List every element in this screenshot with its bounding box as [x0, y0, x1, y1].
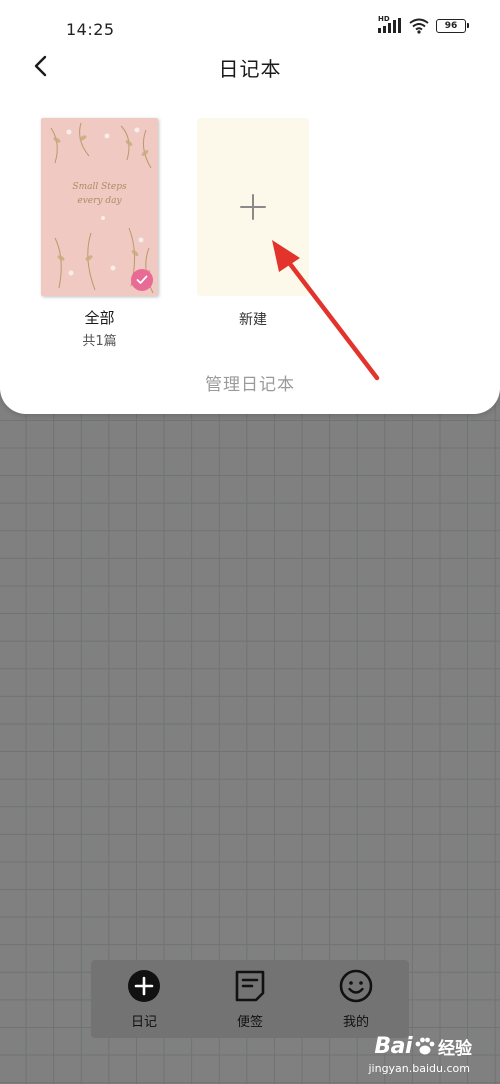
- notebook-name: 全部: [84, 309, 115, 327]
- new-notebook-button[interactable]: [197, 118, 309, 296]
- battery-level: 96: [444, 21, 458, 31]
- notebook-count: 共1篇: [82, 334, 117, 349]
- bottom-nav: 日记 便签 我的: [91, 960, 409, 1038]
- notebook-sheet: 14:25 HD 96 日记本 Small Steps every day 全部…: [0, 0, 500, 414]
- nav-label-diary: 日记: [130, 1015, 157, 1030]
- new-notebook-label: 新建: [239, 312, 267, 328]
- watermark-url: jingyan.baidu.com: [368, 1062, 470, 1075]
- page-title: 日记本: [218, 57, 282, 81]
- cover-text: Small Steps every day: [41, 180, 158, 208]
- signal-icon: HD: [378, 15, 402, 34]
- wifi-icon: [409, 18, 429, 34]
- selected-check-badge: [131, 269, 153, 291]
- nav-item-mine[interactable]: 我的: [316, 968, 396, 1030]
- status-bar: 14:25 HD 96: [0, 0, 500, 46]
- cover-text-line1: Small Steps: [72, 182, 127, 192]
- battery-icon: 96: [436, 19, 469, 33]
- watermark: Bai 经验: [374, 1034, 472, 1059]
- smiley-icon: [338, 968, 374, 1004]
- nav-label-mine: 我的: [342, 1015, 369, 1030]
- status-icons: HD 96: [378, 15, 469, 34]
- nav-item-diary[interactable]: 日记: [104, 968, 184, 1030]
- nav-label-notes: 便签: [236, 1015, 263, 1030]
- manage-notebooks-button[interactable]: 管理日记本: [0, 370, 500, 395]
- plus-icon: [240, 194, 266, 220]
- note-icon: [232, 968, 268, 1004]
- cover-text-line2: every day: [77, 196, 122, 206]
- add-circle-icon: [126, 968, 162, 1004]
- status-time: 14:25: [66, 20, 115, 39]
- watermark-brand: Bai: [374, 1034, 412, 1059]
- paw-icon: [414, 1036, 436, 1058]
- watermark-suffix: 经验: [438, 1039, 472, 1059]
- nav-item-notes[interactable]: 便签: [210, 968, 290, 1030]
- check-icon: [136, 275, 148, 284]
